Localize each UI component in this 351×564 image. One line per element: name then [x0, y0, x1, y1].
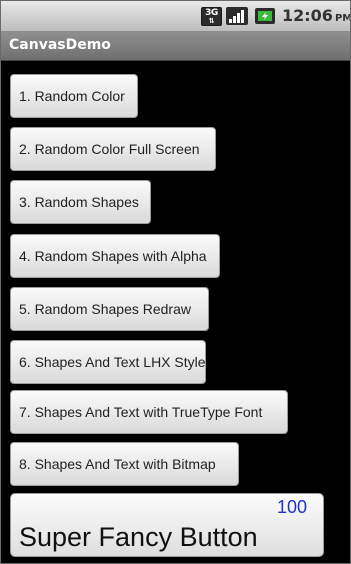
random-color-full-screen-button[interactable]: 2. Random Color Full Screen: [10, 127, 216, 171]
app-title: CanvasDemo: [9, 37, 111, 53]
clock-ampm: PM: [334, 13, 351, 24]
signal-strength-icon: [226, 7, 248, 25]
app-screen: 3G ⇅ 12:06 PM CanvasDemo 1. Random Color …: [0, 0, 351, 564]
shapes-text-truetype-button[interactable]: 7. Shapes And Text with TrueType Font: [10, 390, 288, 434]
data-arrows-icon: ⇅: [208, 17, 215, 25]
fancy-button-count: 100: [276, 497, 307, 517]
clock-time: 12:06: [282, 6, 333, 25]
random-shapes-alpha-button[interactable]: 4. Random Shapes with Alpha: [10, 234, 220, 278]
shapes-text-lhx-style-button[interactable]: 6. Shapes And Text LHX Style: [10, 340, 206, 384]
app-title-bar: CanvasDemo: [1, 32, 350, 61]
status-clock: 12:06 PM: [282, 6, 351, 25]
random-shapes-redraw-button[interactable]: 5. Random Shapes Redraw: [10, 287, 209, 331]
shapes-text-bitmap-button[interactable]: 8. Shapes And Text with Bitmap: [10, 442, 239, 486]
status-bar: 3G ⇅ 12:06 PM: [1, 1, 350, 32]
3g-data-icon: 3G ⇅: [201, 7, 222, 26]
fancy-button-label: Super Fancy Button: [19, 522, 258, 552]
super-fancy-button[interactable]: 100 Super Fancy Button: [10, 493, 324, 557]
battery-charging-icon: [255, 8, 275, 24]
random-shapes-button[interactable]: 3. Random Shapes: [10, 180, 151, 224]
random-color-button[interactable]: 1. Random Color: [10, 74, 138, 118]
